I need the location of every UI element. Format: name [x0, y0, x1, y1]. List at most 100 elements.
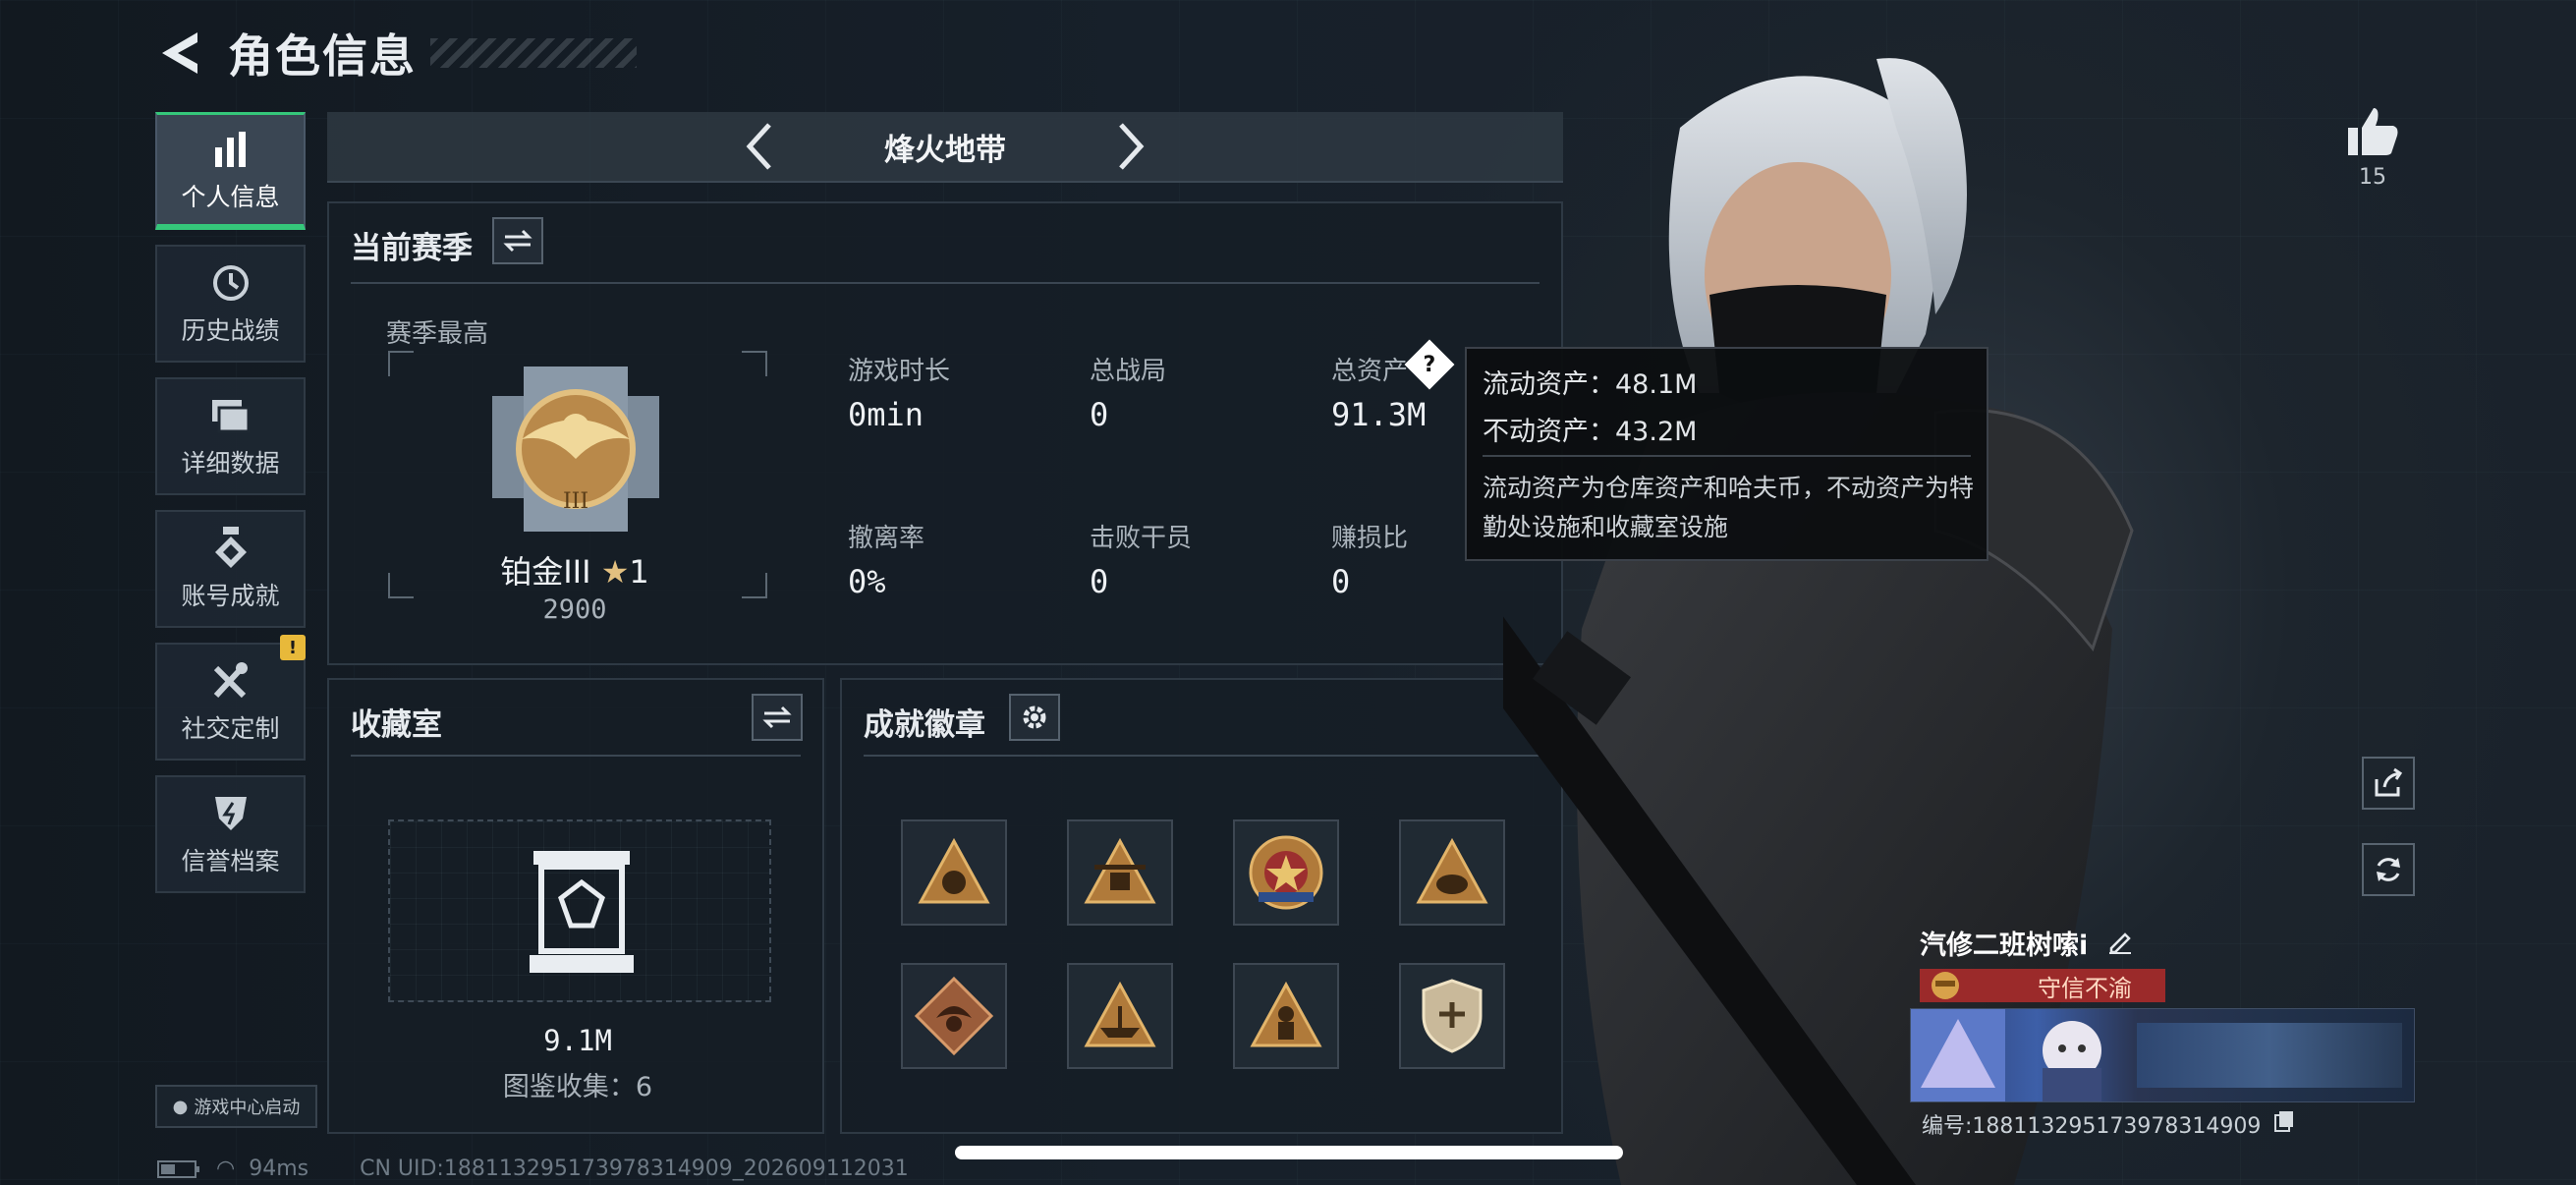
badge-chopper-icon [1084, 837, 1156, 904]
sidebar-item-details[interactable]: 详细数据 [155, 377, 306, 495]
achievement-badge[interactable] [901, 963, 1007, 1069]
game-center-launch-button[interactable]: ● 游戏中心启动 [155, 1085, 317, 1128]
battery-icon [157, 1159, 199, 1178]
badge-dragon-icon [914, 976, 994, 1056]
collection-preview[interactable] [388, 819, 771, 1002]
svg-text:III: III [563, 489, 588, 514]
badge-star-icon [1249, 835, 1323, 910]
achievement-badge[interactable] [1233, 819, 1339, 926]
refresh-button[interactable] [2362, 843, 2415, 896]
title-decoration [430, 38, 637, 68]
back-arrow-icon [162, 32, 197, 74]
honor-emblem-icon [1932, 972, 1959, 999]
warning-badge: ! [280, 635, 306, 660]
collection-count: 图鉴收集：6 [502, 1072, 653, 1102]
badge-elephant-icon [1416, 837, 1488, 904]
gear-icon [1023, 705, 1046, 729]
tooltip-fixed-assets: 不动资产：43.2M [1483, 417, 1698, 447]
stat-label-matches: 总战局 [1090, 357, 1167, 386]
launch-label: 游戏中心启动 [194, 1098, 301, 1118]
sidebar-item-personal-info[interactable]: 个人信息 [155, 112, 306, 230]
page-header: 角色信息 [155, 22, 637, 85]
stat-value-extract-rate: 0% [848, 563, 886, 600]
stat-label-kills: 击败干员 [1090, 524, 1193, 553]
like-button[interactable]: 15 [2340, 106, 2405, 190]
mode-title: 烽火地带 [884, 132, 1006, 168]
stat-value-profit-ratio: 0 [1331, 563, 1351, 600]
rank-medal-icon: III [492, 367, 659, 532]
achievement-badge[interactable] [1067, 819, 1173, 926]
tooltip-divider [1483, 455, 1971, 457]
home-indicator[interactable] [955, 1146, 1623, 1159]
achievement-badge[interactable] [1067, 963, 1173, 1069]
achievement-badge[interactable] [901, 819, 1007, 926]
thumbs-up-icon [2348, 108, 2398, 155]
season-best-label: 赛季最高 [386, 319, 489, 349]
achievements-panel: 成就徽章 [840, 678, 1563, 1134]
credit-icon [208, 791, 253, 836]
player-name-text: 汽修二班树嗦i [1920, 931, 2089, 961]
banner-avatar-icon [1911, 1009, 2005, 1101]
stat-label-playtime: 游戏时长 [848, 357, 951, 386]
sidebar-item-social[interactable]: ! 社交定制 [155, 635, 306, 761]
share-icon [2375, 767, 2403, 797]
chevron-left-icon [746, 123, 771, 170]
achievement-badge[interactable] [1233, 963, 1339, 1069]
edit-name-button[interactable] [2107, 931, 2133, 961]
assets-help-icon[interactable]: ? [1404, 339, 1455, 390]
honor-title-bar: 守信不渝 [1920, 969, 2165, 1002]
sidebar-item-label: 历史战绩 [181, 316, 280, 345]
bar-chart-icon [208, 127, 253, 172]
rank-line: 铂金III ★1 [398, 547, 752, 592]
star-icon: ★ [600, 553, 630, 591]
sidebar-item-label: 个人信息 [181, 182, 280, 211]
tooltip-description: 流动资产为仓库资产和哈夫币，不动资产为特勤处设施和收藏室设施 [1483, 474, 1975, 541]
tooltip-liquid-assets: 流动资产：48.1M [1483, 369, 1698, 400]
achievements-title: 成就徽章 [864, 707, 985, 743]
stat-value-playtime: 0min [848, 396, 924, 433]
person-icon: ● [172, 1096, 189, 1117]
sidebar-item-credit[interactable]: 信誉档案 [155, 775, 306, 893]
rank-name: 铂金III [500, 553, 591, 591]
copy-uid-button[interactable] [2273, 1111, 2295, 1139]
achievement-icon [208, 526, 253, 571]
badge-shield-icon [1422, 979, 1483, 1053]
divider [864, 755, 1540, 757]
stat-label-profit-ratio: 赚损比 [1331, 524, 1409, 553]
achievement-badge[interactable] [1399, 963, 1505, 1069]
back-button[interactable] [155, 24, 204, 83]
season-switch-button[interactable] [492, 217, 543, 264]
sidebar: 个人信息 历史战绩 详细数据 账号成就 ! 社交定制 信誉档案 [155, 112, 306, 908]
player-uid: 编号:18811329517397831490​9 [1922, 1108, 2295, 1140]
season-panel: 当前赛季 赛季最高 III 铂金III ★1 2900 游戏时长 0min 总战… [327, 201, 1563, 665]
stat-value-kills: 0 [1090, 563, 1109, 600]
badge-boat-icon [1084, 981, 1156, 1047]
sidebar-item-history[interactable]: 历史战绩 [155, 245, 306, 363]
share-button[interactable] [2362, 757, 2415, 810]
mode-next-button[interactable] [1102, 117, 1161, 176]
pencil-icon [2108, 932, 2131, 954]
sidebar-item-achievements[interactable]: 账号成就 [155, 510, 306, 628]
mode-prev-button[interactable] [729, 117, 788, 176]
banner-character-icon [2043, 1021, 2101, 1101]
season-title: 当前赛季 [351, 231, 473, 266]
collection-value: 9.1M [543, 1024, 612, 1057]
achievements-settings-button[interactable] [1009, 694, 1060, 741]
badge-soldier-icon [1250, 981, 1322, 1047]
question-mark-icon: ? [1423, 352, 1436, 377]
cn-uid: CN UID:188113295173978314909_20260911203… [360, 1157, 909, 1181]
swap-icon [762, 705, 792, 729]
player-banner[interactable] [1910, 1008, 2415, 1102]
ping-value: 94ms [249, 1157, 309, 1181]
achievement-badge[interactable] [1399, 819, 1505, 926]
rank-score: 2900 [542, 594, 607, 625]
like-count: 15 [2359, 165, 2386, 190]
sidebar-item-label: 详细数据 [181, 449, 280, 478]
stat-value-matches: 0 [1090, 396, 1109, 433]
player-name: 汽修二班树嗦i [1920, 924, 2133, 962]
rank-stars: 1 [629, 553, 649, 591]
stat-label-extract-rate: 撤离率 [848, 524, 925, 553]
collection-switch-button[interactable] [752, 694, 803, 741]
refresh-icon [2377, 858, 2400, 881]
divider [351, 282, 1540, 284]
